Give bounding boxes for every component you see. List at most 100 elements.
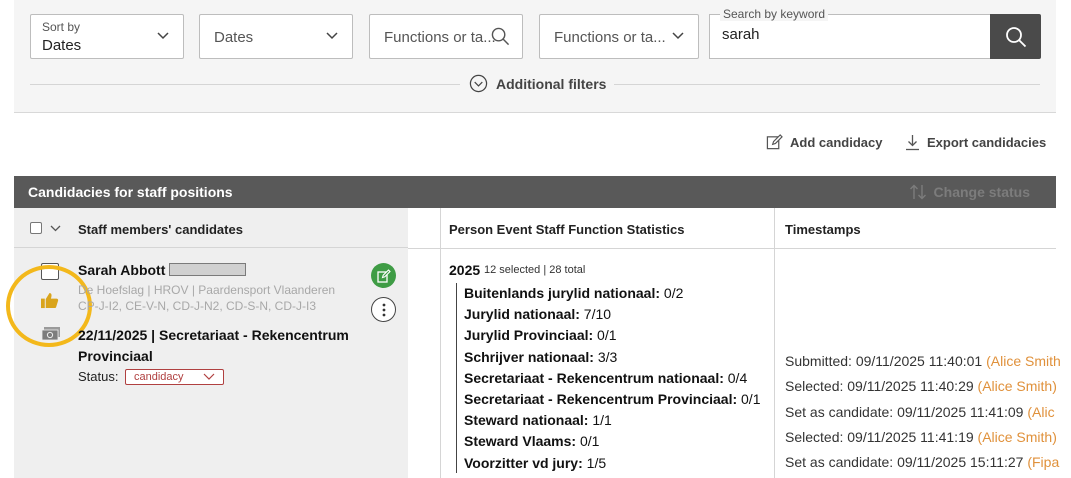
keyword-search-label: Search by keyword (720, 7, 829, 21)
table-title-bar: Candidacies for staff positions Change s… (14, 176, 1056, 208)
candidate-club: De Hoefslag | HROV | Paardensport Vlaand… (78, 283, 336, 297)
search-icon (1005, 26, 1026, 47)
stat-value: 0/1 (576, 433, 600, 450)
timestamp-user: (Alice Smith) (977, 378, 1057, 395)
stat-row: Secretariaat - Rekencentrum Provinciaal:… (464, 391, 760, 407)
add-candidacy-button[interactable]: Add candidacy (766, 134, 882, 151)
timestamp-user: (Fipa (1027, 454, 1060, 471)
timestamp-user: (Alice Smith) (977, 428, 1057, 445)
chevron-down-icon[interactable] (50, 225, 61, 232)
stat-value: 0/2 (660, 285, 684, 301)
stat-value: 0/4 (723, 369, 748, 386)
stat-row: Secretariaat - Rekencentrum nationaal: 0… (464, 370, 747, 386)
stat-row: Jurylid nationaal: 7/10 (464, 306, 611, 322)
chevron-down-icon (672, 32, 684, 40)
keyword-search-field[interactable]: Search by keyword (709, 7, 991, 59)
stat-name: Jurylid Provinciaal: (464, 327, 594, 344)
timestamp-text: Submitted: 09/11/2025 11:40:01 (785, 353, 987, 369)
stat-value: 7/10 (579, 306, 612, 323)
search-button[interactable] (990, 14, 1041, 59)
timestamp-user: (Alice Smith (986, 353, 1061, 369)
stat-value: 0/1 (737, 391, 761, 407)
select-all-checkbox[interactable] (30, 222, 42, 234)
stat-name: Voorzitter vd jury: (464, 454, 583, 471)
stat-name: Secretariaat - Rekencentrum Provinciaal: (464, 391, 738, 407)
change-status-label: Change status (933, 184, 1030, 200)
timestamp-text: Set as candidate: 09/11/2025 15:11:27 (785, 454, 1028, 471)
additional-filters-toggle[interactable]: Additional filters (463, 74, 613, 93)
stats-divider (456, 283, 457, 473)
more-vertical-icon (382, 303, 385, 316)
chevron-circle-down-icon (469, 74, 488, 93)
stat-row: Jurylid Provinciaal: 0/1 (464, 327, 617, 343)
candidates-column-header: Staff members' candidates (78, 222, 243, 237)
stat-row: Voorzitter vd jury: 1/5 (464, 455, 606, 471)
candidates-header: Staff members' candidates (14, 208, 408, 248)
add-candidacy-label: Add candidacy (790, 135, 883, 150)
functions-select-placeholder: Functions or ta... (554, 29, 666, 46)
table-title: Candidacies for staff positions (28, 184, 233, 200)
divider (614, 84, 1040, 85)
sort-value: Dates (42, 37, 82, 54)
stat-value: 1/1 (588, 412, 612, 429)
timestamp-user: (Alic (1027, 403, 1055, 420)
chevron-down-icon (157, 32, 169, 40)
timestamp-row: Submitted: 09/11/2025 11:40:01 (Alice Sm… (785, 353, 1061, 369)
functions-select[interactable]: Functions or ta... (539, 14, 699, 59)
timestamp-text: Set as candidate: 09/11/2025 11:41:09 (785, 403, 1028, 420)
export-candidacies-label: Export candidacies (927, 135, 1047, 150)
dates-select[interactable]: Dates (199, 14, 353, 59)
edit-icon (376, 268, 391, 283)
search-icon (491, 27, 510, 46)
export-candidacies-button[interactable]: Export candidacies (905, 134, 1046, 151)
edit-icon (766, 134, 783, 150)
stats-column-header: Person Event Staff Function Statistics (449, 222, 685, 237)
status-select[interactable]: candidacy (125, 369, 224, 385)
swap-icon (909, 184, 926, 200)
candidate-name[interactable]: Sarah Abbott (78, 262, 165, 278)
status-value: candidacy (134, 371, 184, 383)
functions-search-placeholder: Functions or ta... (384, 29, 496, 46)
timestamps-column-header: Timestamps (785, 222, 861, 237)
header-divider (408, 248, 1056, 249)
edit-button[interactable] (371, 263, 396, 288)
stat-value: 3/3 (593, 348, 618, 365)
keyword-search-input[interactable] (722, 26, 982, 43)
stat-value: 1/5 (582, 454, 607, 471)
stat-name: Secretariaat - Rekencentrum nationaal: (464, 369, 724, 386)
download-icon (906, 135, 919, 151)
change-status-button[interactable]: Change status (909, 184, 1030, 200)
additional-filters-label: Additional filters (496, 75, 607, 92)
chevron-down-icon (203, 373, 215, 380)
stat-name: Buitenlands jurylid nationaal: (464, 285, 661, 301)
timestamp-text: Selected: 09/11/2025 11:41:19 (785, 428, 978, 445)
stat-name: Steward nationaal: (464, 412, 589, 429)
timestamp-row: Selected: 09/11/2025 11:41:19 (Alice Smi… (785, 429, 1057, 445)
dates-placeholder: Dates (214, 29, 254, 46)
stat-row: Schrijver nationaal: 3/3 (464, 349, 617, 365)
chevron-down-icon (326, 32, 338, 40)
sort-label: Sort by (42, 20, 81, 34)
timestamp-text: Selected: 09/11/2025 11:40:29 (785, 378, 978, 395)
timestamp-row: Set as candidate: 09/11/2025 11:41:09 (A… (785, 404, 1055, 420)
stat-name: Jurylid nationaal: (464, 306, 580, 323)
status-label: Status: (78, 369, 119, 384)
timestamp-row: Set as candidate: 09/11/2025 15:11:27 (F… (785, 454, 1059, 470)
stat-name: Steward Vlaams: (464, 433, 577, 450)
sort-select[interactable]: Sort by Dates (30, 14, 184, 59)
stat-row: Buitenlands jurylid nationaal: 0/2 (464, 285, 683, 301)
stat-row: Steward Vlaams: 0/1 (464, 433, 599, 449)
divider (30, 84, 460, 85)
stats-selection: 12 selected | 28 total (484, 264, 586, 276)
timestamp-row: Selected: 09/11/2025 11:40:29 (Alice Smi… (785, 378, 1057, 394)
stats-year: 2025 (449, 262, 481, 278)
functions-search-input[interactable]: Functions or ta... (369, 14, 523, 59)
more-options-button[interactable] (371, 297, 396, 322)
stat-name: Schrijver nationaal: (464, 348, 594, 365)
candidate-licenses: CP-J-I2, CE-V-N, CD-J-N2, CD-S-N, CD-J-I… (78, 299, 317, 313)
redacted-field (169, 263, 246, 276)
stat-row: Steward nationaal: 1/1 (464, 412, 612, 428)
stat-value: 0/1 (593, 327, 617, 344)
candidate-event: 22/11/2025 | Secretariaat - Rekencentrum… (78, 327, 349, 364)
additional-filters-row: Additional filters (14, 74, 1056, 94)
